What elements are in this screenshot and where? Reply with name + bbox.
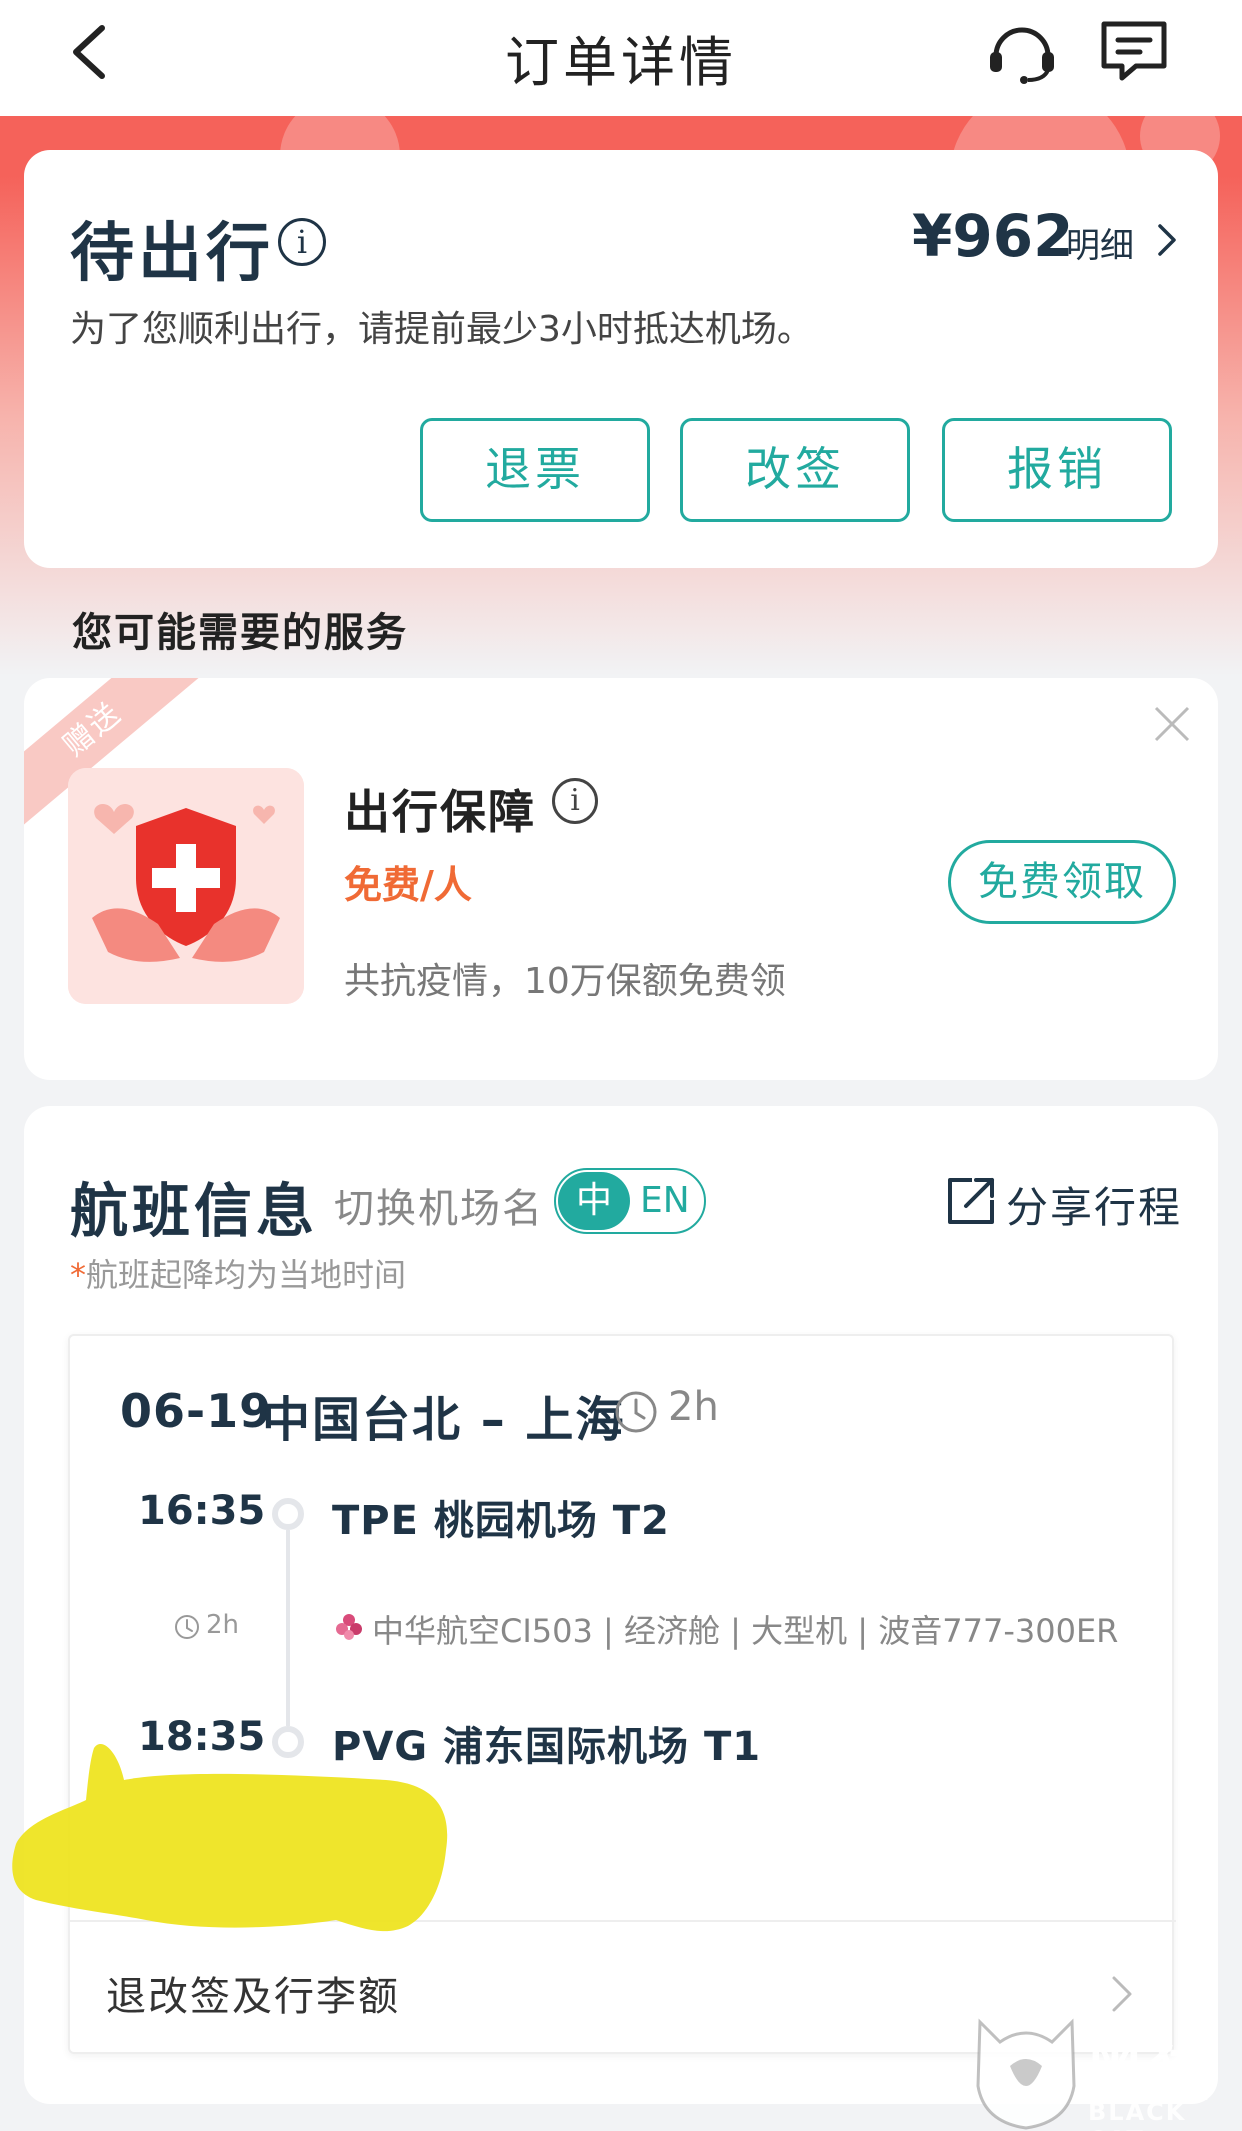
refund-change-baggage-link[interactable]: 退改签及行李额 [106,1964,400,2022]
travel-protection-card: 赠送 出行保障 i 免费/人 共抗疫情，10万保额免费领 免费领取 [24,678,1218,1080]
airline-logo-icon [336,1614,362,1640]
flight-duration: 2h [668,1384,719,1430]
share-icon[interactable] [942,1174,998,1230]
flight-route: 中国台北 – 上海 [262,1392,626,1448]
note-asterisk: * [70,1256,86,1294]
flight-date: 06-19 [120,1384,273,1438]
lang-option-en[interactable]: EN [640,1170,704,1232]
service-price: 免费/人 [344,863,472,907]
departure-dot [272,1498,304,1530]
watermark-subtext: BLACK CAT [1088,2098,1187,2131]
clock-icon [615,1391,657,1433]
insurance-shield-image [68,768,304,1004]
services-heading: 您可能需要的服务 [72,610,408,656]
language-toggle[interactable]: 中 EN [554,1168,706,1234]
redaction-highlight [12,1743,448,1932]
lang-option-zh[interactable]: 中 [558,1172,630,1230]
timeline-line [286,1530,290,1726]
chevron-right-icon[interactable] [1110,1974,1134,2014]
flight-info-heading: 航班信息 [70,1177,319,1245]
flight-details: 中华航空CI503 | 经济舱 | 大型机 | 波音777-300ER [372,1612,1119,1650]
info-icon[interactable]: i [278,218,326,266]
top-nav-bar: 订单详情 [0,0,1242,116]
chevron-right-icon[interactable] [1154,222,1180,258]
status-hint: 为了您顺利出行，请提前最少3小时抵达机场。 [70,309,813,350]
reimburse-button[interactable]: 报销 [942,418,1172,522]
info-icon[interactable]: i [552,778,598,824]
note-text: 航班起降均为当地时间 [86,1256,407,1294]
service-name: 出行保障 [344,785,536,839]
order-status: 待出行 [70,217,274,291]
leg-duration: 2h [206,1610,240,1640]
claim-free-button[interactable]: 免费领取 [948,840,1176,924]
departure-time: 16:35 [138,1488,266,1534]
price-detail-link[interactable]: 明细 [1066,218,1134,267]
flight-info-card: 航班信息 切换机场名 中 EN 分享行程 *航班起降均为当地时间 06-19 中… [24,1106,1218,2104]
close-icon[interactable] [1152,704,1192,744]
refund-button[interactable]: 退票 [420,418,650,522]
switch-airport-name-label: 切换机场名 [334,1186,544,1232]
message-icon[interactable] [1096,18,1172,84]
local-time-note: *航班起降均为当地时间 [70,1250,406,1296]
flight-segment: 06-19 中国台北 – 上海 2h 16:35 TPE 桃园机场 T2 2h … [68,1334,1176,2054]
change-ticket-button[interactable]: 改签 [680,418,910,522]
customer-service-icon[interactable] [984,18,1060,84]
order-status-card: 待出行 i ¥962 明细 为了您顺利出行，请提前最少3小时抵达机场。 退票 改… [24,150,1218,568]
order-price: ¥962 [912,202,1074,270]
service-description: 共抗疫情，10万保额免费领 [344,961,786,1002]
departure-airport: TPE 桃园机场 T2 [332,1498,670,1544]
clock-icon [175,1615,199,1639]
share-itinerary-button[interactable]: 分享行程 [1006,1174,1182,1235]
